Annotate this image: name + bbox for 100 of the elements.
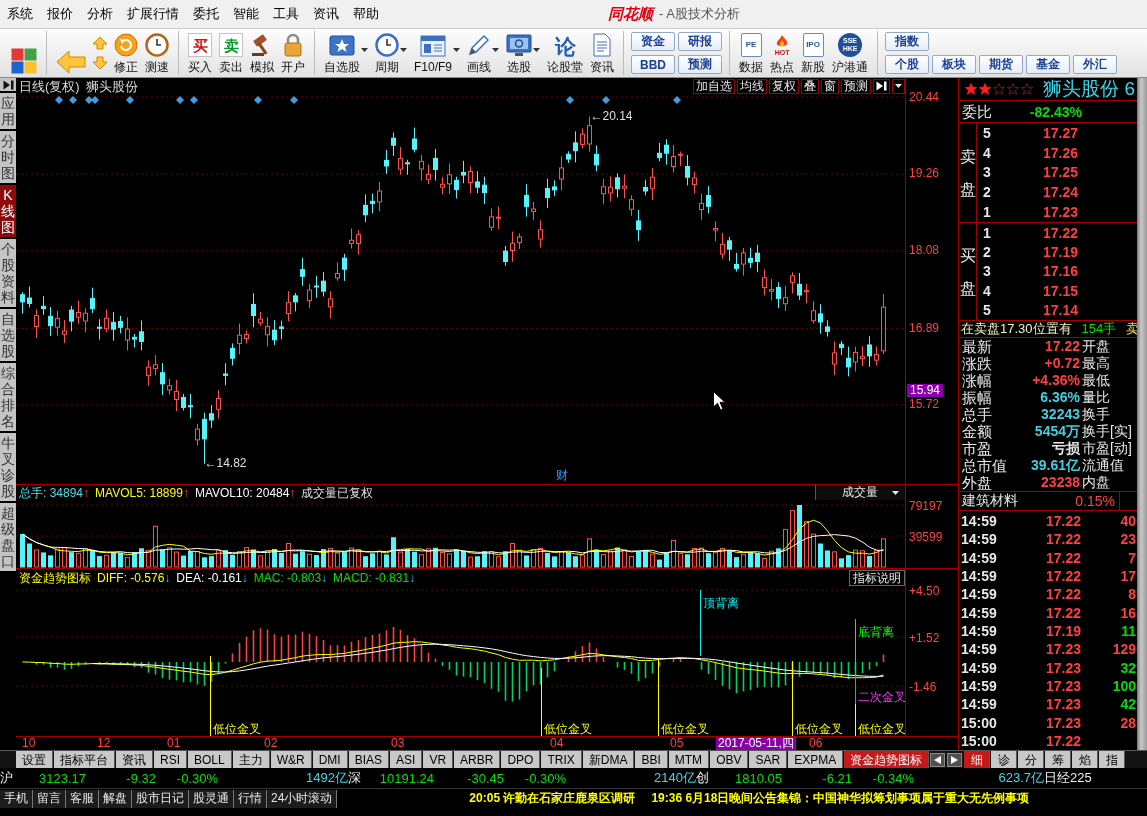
side-tab[interactable]: 牛叉诊股 [0, 433, 16, 501]
help-button[interactable]: 指标说明 [849, 569, 905, 586]
order-price: 17.24 [1042, 184, 1078, 201]
menu-item[interactable]: 资讯 [306, 5, 346, 23]
chart-button[interactable] [892, 78, 905, 94]
pencil-icon [467, 33, 491, 57]
toolbar-button[interactable]: F10/F9 [412, 31, 462, 75]
indicator-tab[interactable]: DMI [312, 751, 348, 768]
status-link[interactable]: 解盘 [99, 789, 132, 808]
side-tab[interactable]: 自选股 [0, 309, 16, 361]
side-tab[interactable]: 分时图 [0, 131, 16, 183]
toolbar-button[interactable]: 修正 [112, 31, 140, 75]
menu-item[interactable]: 报价 [40, 5, 80, 23]
toolbar-button[interactable]: 自选股 [322, 31, 370, 75]
menu-item[interactable]: 扩展行情 [120, 5, 186, 23]
news-headline[interactable]: 20:05 许勤在石家庄鹿泉区调研 [469, 790, 636, 807]
toolbar-button[interactable]: 指数 [885, 32, 929, 51]
index-change: -30.45 [466, 770, 504, 786]
indicator-tab[interactable]: DPO [501, 751, 541, 768]
chart-button[interactable]: 加自选 [693, 78, 735, 94]
news-headline[interactable]: 19:36 6月18日晚间公告集锦：中国神华拟筹划事项属于重大无先例事项 [651, 790, 1030, 807]
chart-button[interactable]: 均线 [737, 78, 767, 94]
chart-button[interactable]: 预测 [841, 78, 871, 94]
toolbar-button[interactable]: BBD [631, 55, 675, 74]
toolbar-button[interactable]: 外汇 [1073, 55, 1117, 74]
indicator-tab[interactable]: 设置 [16, 751, 53, 768]
indicator-tab[interactable]: 新DMA [582, 751, 635, 768]
status-link[interactable]: 客服 [66, 789, 99, 808]
up-button[interactable] [91, 35, 109, 51]
indicator-tab[interactable]: EXPMA [788, 751, 844, 768]
detail-tab[interactable]: 焰 [1072, 751, 1098, 768]
indicator-tab[interactable]: 资讯 [116, 751, 153, 768]
toolbar-button[interactable]: 开户 [279, 31, 307, 75]
toolbar-button[interactable]: 资讯 [588, 31, 616, 75]
indicator-tab[interactable]: BIAS [348, 751, 390, 768]
toolbar-button[interactable]: 选股 [504, 31, 542, 75]
menu-item[interactable]: 智能 [226, 5, 266, 23]
detail-tab[interactable]: 诊 [991, 751, 1017, 768]
nav-button[interactable] [930, 752, 946, 767]
indicator-tab[interactable]: RSI [154, 751, 187, 768]
indicator-tab[interactable]: 指标平台 [54, 751, 115, 768]
indicator-tab[interactable]: 资金趋势图标 [844, 751, 930, 768]
toolbar-button[interactable]: 卖 卖出 [217, 31, 245, 75]
toolbar-button[interactable]: 资金 [631, 32, 675, 51]
toolbar-button[interactable]: 研报 [678, 32, 722, 51]
toolbar-button[interactable]: 基金 [1026, 55, 1070, 74]
chart-button[interactable]: 叠 [801, 78, 819, 94]
chart-button[interactable]: 复权 [769, 78, 799, 94]
indicator-tab[interactable]: W&R [270, 751, 312, 768]
menu-item[interactable]: 委托 [186, 5, 226, 23]
toolbar-button[interactable]: 期货 [979, 55, 1023, 74]
index-value: 1810.05 [734, 770, 782, 786]
side-tab[interactable]: K线图 [0, 185, 16, 237]
indicator-tab[interactable]: VR [423, 751, 454, 768]
chart-button[interactable] [873, 78, 890, 94]
toolbar-button[interactable]: IPO 新股 [799, 31, 827, 75]
side-tab[interactable]: 综合排名 [0, 363, 16, 431]
status-link[interactable]: 留言 [33, 789, 66, 808]
status-link[interactable]: 股灵通 [189, 789, 234, 808]
side-tab[interactable]: 个股资料 [0, 239, 16, 307]
caret-icon [895, 84, 902, 88]
detail-tab[interactable]: 细 [964, 751, 990, 768]
indicator-tab[interactable]: BOLL [188, 751, 232, 768]
indicator-select[interactable]: 成交量 [815, 485, 905, 500]
toolbar-button[interactable]: 预测 [678, 55, 722, 74]
toolbar-button[interactable]: 论 论股堂 [545, 31, 585, 75]
menu-item[interactable]: 帮助 [346, 5, 386, 23]
toolbar-button[interactable]: 买 买入 [186, 31, 214, 75]
stat-label: 外盘 [962, 474, 993, 491]
status-link[interactable]: 24小时滚动 [267, 789, 338, 808]
sidebar-toggle-button[interactable] [0, 78, 16, 91]
indicator-tab[interactable]: BBI [635, 751, 668, 768]
nav-button[interactable] [947, 752, 963, 767]
toolbar-button[interactable]: 画线 [465, 31, 501, 75]
toolbar-button[interactable]: 周期 [373, 31, 409, 75]
menu-item[interactable]: 分析 [80, 5, 120, 23]
indicator-tab[interactable]: 主力 [232, 751, 270, 768]
status-link[interactable]: 行情 [234, 789, 267, 808]
indicator-tab[interactable]: ASI [390, 751, 423, 768]
menu-item[interactable]: 工具 [266, 5, 306, 23]
chart-button[interactable]: 窗 [821, 78, 839, 94]
indicator-tab[interactable]: ARBR [454, 751, 501, 768]
side-tab[interactable]: 应用 [0, 93, 16, 129]
indicator-tab[interactable]: TRIX [541, 751, 582, 768]
side-tab[interactable]: 超级盘口 [0, 503, 16, 571]
indicator-tab[interactable]: MTM [668, 751, 710, 768]
detail-tab[interactable]: 分 [1018, 751, 1044, 768]
toolbar-button[interactable]: 个股 [885, 55, 929, 74]
toolbar-button[interactable]: 模拟 [248, 31, 276, 75]
menu-item[interactable]: 系统 [0, 5, 40, 23]
index-amount: 1492亿 [305, 769, 348, 787]
toolbar-button[interactable]: PE 数据 [737, 31, 765, 75]
detail-tab[interactable]: 指 [1099, 751, 1125, 768]
detail-tab[interactable]: 筹 [1045, 751, 1071, 768]
indicator-tab[interactable]: OBV [710, 751, 749, 768]
status-link[interactable]: 手机 [0, 789, 33, 808]
indicator-tab[interactable]: SAR [749, 751, 788, 768]
status-link[interactable]: 股市日记 [132, 789, 189, 808]
toolbar-button[interactable]: 板块 [932, 55, 976, 74]
toolbar-button[interactable]: 测速 [143, 31, 171, 75]
